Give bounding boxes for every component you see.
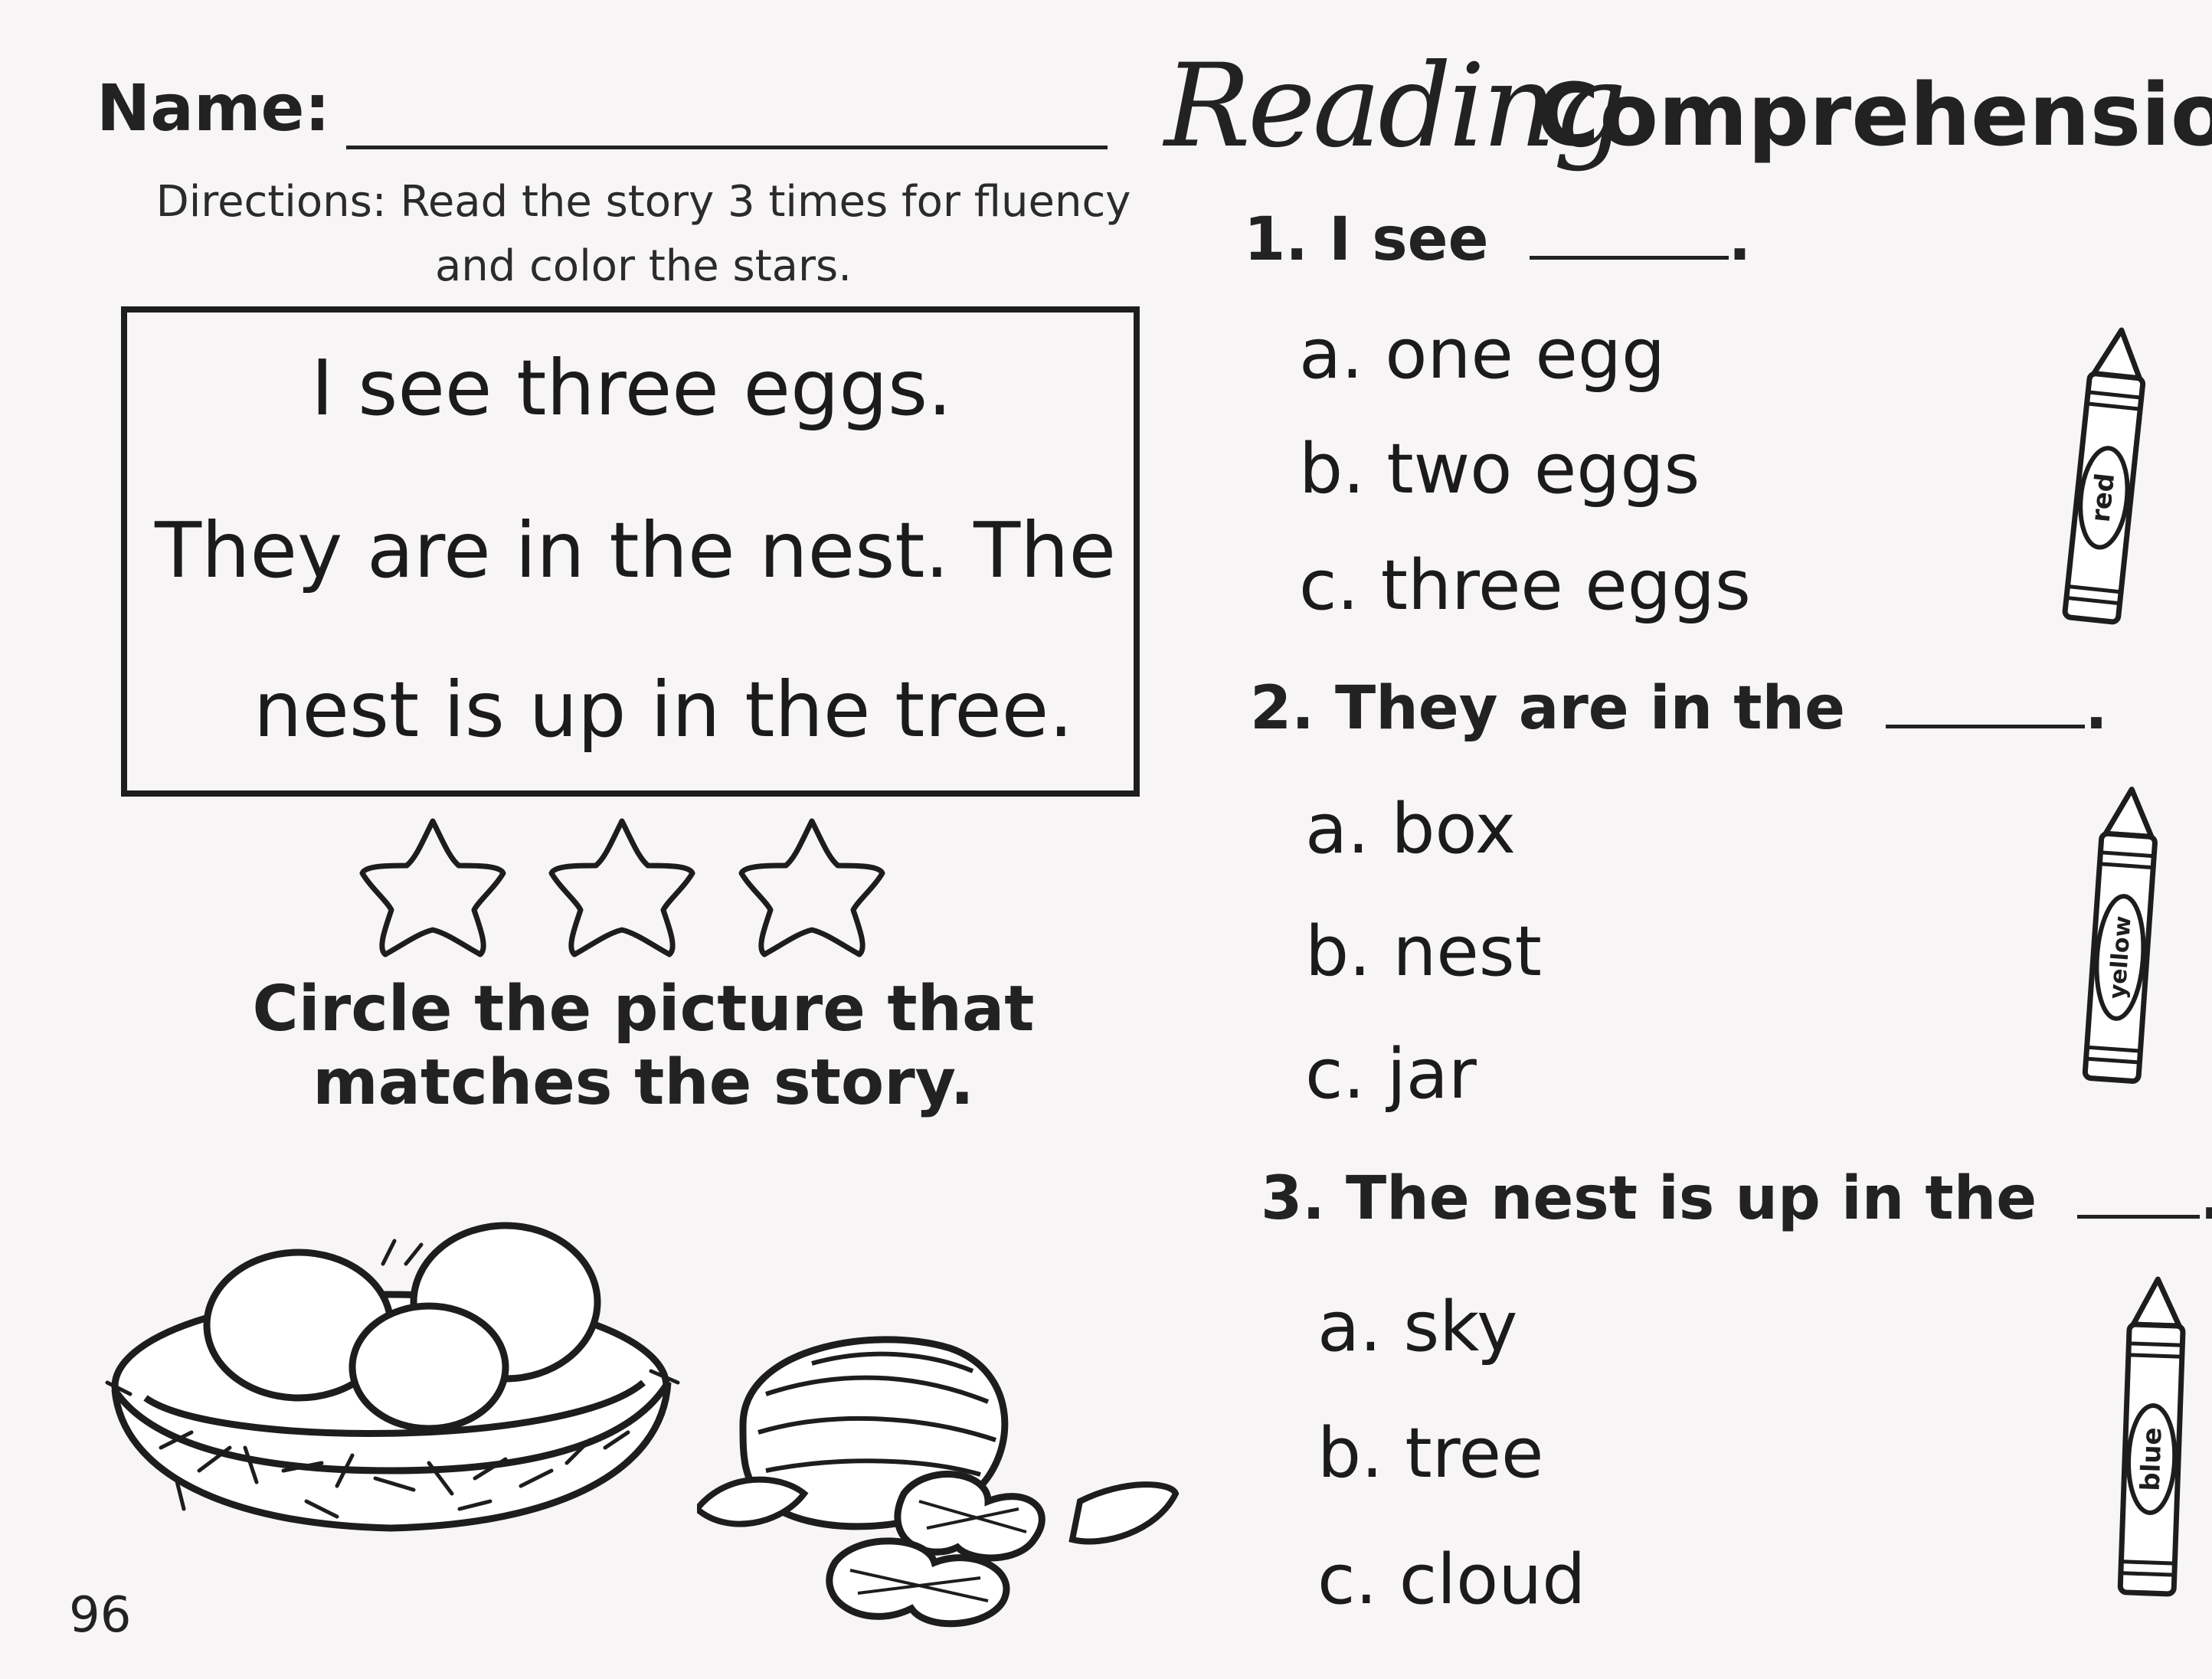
answer-blank[interactable] [1886,725,2086,728]
bird-nest-with-eggs-icon[interactable] [92,1218,689,1540]
fluency-stars [359,818,885,957]
option-2c[interactable]: c. jar [1305,1034,1477,1114]
star-icon[interactable] [359,818,506,957]
option-2b[interactable]: b. nest [1305,912,1542,992]
crayon-label: red [2086,472,2121,524]
option-3a[interactable]: a. sky [1317,1287,1517,1367]
name-write-line[interactable] [346,146,1108,149]
star-icon[interactable] [738,818,885,957]
star-icon[interactable] [548,818,695,957]
question-prompt: 1. I see [1244,205,1489,274]
question-3: 3. The nest is up in the . [1261,1164,2212,1233]
question-1: 1. I see . [1244,205,1751,274]
crayon-icon: red [2062,327,2146,625]
story-box: I see three eggs. They are in the nest. … [121,306,1140,797]
page-number: 96 [69,1587,132,1644]
question-2: 2. They are in the . [1250,674,2108,743]
answer-blank[interactable] [1529,256,1729,260]
crayon-icon: yellow [2082,786,2158,1084]
question-end-punctuation: . [2200,1164,2212,1233]
answer-blank[interactable] [2077,1215,2201,1219]
worksheet-page: Name: Reading Comprehension Directions: … [0,0,2212,1679]
crayon-icon: blue [2117,1276,2186,1597]
circle-picture-instruction: Circle the picture that matches the stor… [252,973,1035,1119]
title-bold: Comprehension [1536,66,2212,165]
option-3b[interactable]: b. tree [1317,1413,1543,1494]
question-prompt: 2. They are in the [1250,674,1845,743]
story-line: nest is up in the tree. [254,665,1074,754]
story-line: They are in the nest. The [155,506,1117,595]
name-label: Name: [97,70,331,146]
option-1b[interactable]: b. two eggs [1299,429,1700,509]
question-end-punctuation: . [1728,205,1752,274]
option-3c[interactable]: c. cloud [1317,1540,1585,1620]
story-line: I see three eggs. [311,343,952,433]
directions-text: Directions: Read the story 3 times for f… [155,177,1131,291]
option-1a[interactable]: a. one egg [1299,314,1665,394]
show-through-decoration [858,77,885,175]
question-prompt: 3. The nest is up in the [1261,1164,2037,1233]
option-1c[interactable]: c. three eggs [1299,545,1751,626]
nuts-icon[interactable] [697,1317,1180,1639]
crayon-label: blue [2135,1427,2168,1492]
question-end-punctuation: . [2085,674,2108,743]
option-2a[interactable]: a. box [1305,789,1516,869]
